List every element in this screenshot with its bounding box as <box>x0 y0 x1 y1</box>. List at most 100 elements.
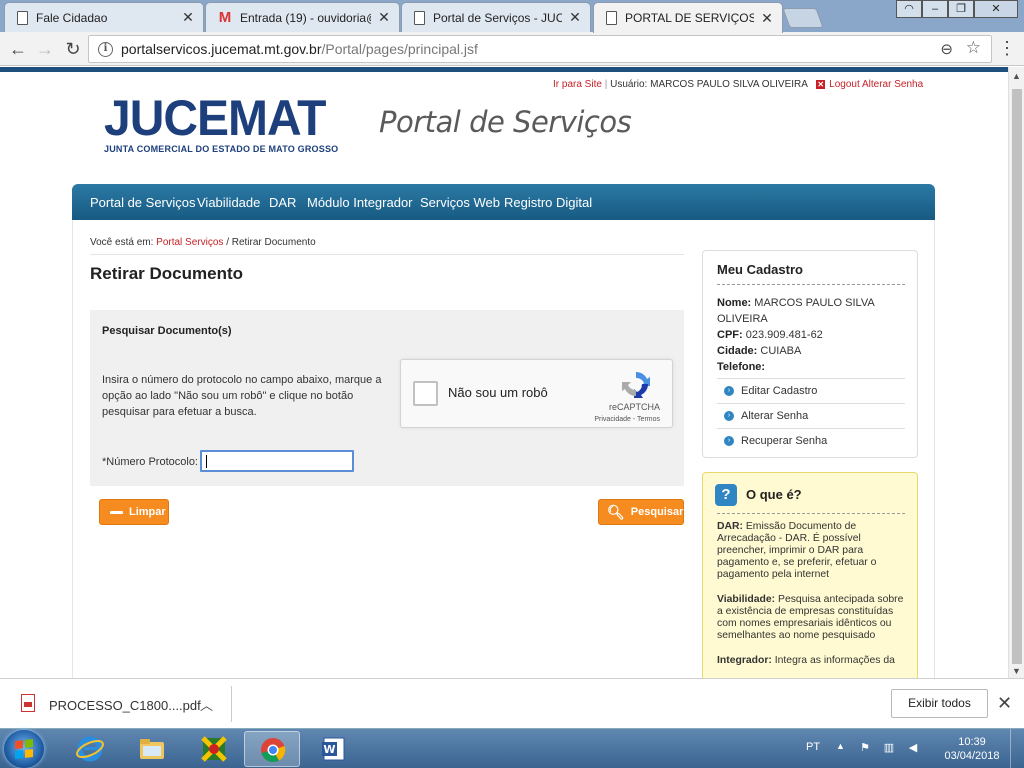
back-icon[interactable]: ← <box>7 38 29 60</box>
divider <box>717 284 905 285</box>
reload-icon[interactable]: ↻ <box>62 38 84 60</box>
page-viewport: Ir para Site | Usuário: MARCOS PAULO SIL… <box>0 67 1008 678</box>
cpf-value: 023.909.481-62 <box>745 329 823 341</box>
link-label: Alterar Senha <box>741 410 809 422</box>
search-panel: Pesquisar Documento(s) Insira o número d… <box>90 310 684 486</box>
taskbar-internet-explorer[interactable] <box>62 731 118 767</box>
taskbar-chrome[interactable] <box>244 731 300 767</box>
action-center-flag-icon[interactable]: ⚑ <box>858 741 872 755</box>
alterar-senha-sidebar-link[interactable]: › Alterar Senha <box>717 403 905 428</box>
o-que-e-heading: O que é? <box>746 487 802 502</box>
zoom-icon[interactable]: ⊖ <box>940 40 953 58</box>
show-hidden-icons-icon[interactable]: ▲ <box>836 741 845 751</box>
search-icon: 🔍︎ <box>607 504 625 520</box>
word-icon: W <box>322 737 345 761</box>
editar-cadastro-link[interactable]: › Editar Cadastro <box>717 378 905 403</box>
nav-dar[interactable]: DAR <box>269 195 296 210</box>
tab-gmail[interactable]: M Entrada (19) - ouvidoria@ ✕ <box>205 2 400 32</box>
internet-explorer-icon <box>76 736 104 762</box>
tab-title: Entrada (19) - ouvidoria@ <box>240 10 371 25</box>
url-path: /Portal/pages/principal.jsf <box>321 41 478 57</box>
menu-icon[interactable]: ⋮ <box>998 38 1016 58</box>
taskbar-file-explorer[interactable] <box>124 731 180 767</box>
tab-fale-cidadao[interactable]: Fale Cidadao ✕ <box>4 2 204 32</box>
close-icon[interactable]: ✕ <box>377 9 391 26</box>
bookmark-star-icon[interactable]: ☆ <box>966 38 981 58</box>
info-icon[interactable]: i <box>98 42 113 57</box>
restore-button[interactable]: ❐ <box>948 0 974 18</box>
document-icon <box>606 11 617 25</box>
scroll-down-icon[interactable]: ▼ <box>1012 666 1021 676</box>
nav-servicos-web[interactable]: Serviços Web <box>420 195 500 210</box>
telefone-label: Telefone: <box>717 361 766 373</box>
url-host: portalservicos.jucemat.mt.gov.br <box>121 41 322 57</box>
show-desktop-button[interactable] <box>1010 729 1024 768</box>
nav-registro-digital[interactable]: Registro Digital <box>504 195 592 210</box>
breadcrumb-link-portal-servicos[interactable]: Portal Serviços <box>156 237 223 248</box>
new-tab-button[interactable] <box>782 8 824 28</box>
language-indicator[interactable]: PT <box>806 741 820 753</box>
forward-icon[interactable]: → <box>34 38 56 60</box>
close-icon[interactable]: ✕ <box>568 9 582 26</box>
chrome-icon <box>261 738 286 763</box>
divider <box>231 686 232 722</box>
meu-cadastro-heading: Meu Cadastro <box>717 262 803 277</box>
taskbar-app-colorful[interactable] <box>186 731 242 767</box>
vertical-scrollbar[interactable]: ▲ ▼ <box>1008 67 1024 678</box>
browser-toolbar: ← → ↻ i portalservicos.jucemat.mt.gov.br… <box>0 32 1024 66</box>
taskbar-word[interactable]: W <box>306 731 362 767</box>
close-icon[interactable]: ✕ <box>997 693 1012 714</box>
search-instructions: Insira o número do protocolo no campo ab… <box>102 374 382 418</box>
recaptcha-privacy-terms[interactable]: Privacidade - Termos <box>594 416 660 423</box>
user-telefone: Telefone: <box>717 359 907 375</box>
recaptcha-checkbox[interactable] <box>413 381 438 406</box>
tab-title: Fale Cidadao <box>36 10 108 25</box>
protocol-input[interactable] <box>200 450 354 472</box>
tab-title: PORTAL DE SERVIÇOS <box>625 11 754 25</box>
tab-portal-de-servicos[interactable]: PORTAL DE SERVIÇOS ✕ <box>593 2 783 33</box>
term: Viabilidade: <box>717 594 776 605</box>
close-window-button[interactable]: ✕ <box>974 0 1018 18</box>
divider <box>717 513 905 514</box>
cpf-label: CPF: <box>717 329 743 341</box>
breadcrumb-current: / Retirar Documento <box>226 237 316 248</box>
scroll-thumb[interactable] <box>1012 89 1022 664</box>
term: Integrador: <box>717 655 772 666</box>
tab-strip: Fale Cidadao ✕ M Entrada (19) - ouvidori… <box>0 0 1024 33</box>
download-filename[interactable]: PROCESSO_C1800....pdf <box>49 698 201 713</box>
user-nome: Nome: MARCOS PAULO SILVA OLIVEIRA <box>717 295 907 327</box>
start-button[interactable] <box>4 730 44 768</box>
download-bar: PROCESSO_C1800....pdf ︿ Exibir todos ✕ <box>0 678 1024 728</box>
url-text: portalservicos.jucemat.mt.gov.br/Portal/… <box>121 41 478 57</box>
tab-portal-servicos-juce[interactable]: Portal de Serviços - JUCE ✕ <box>401 2 591 32</box>
close-icon[interactable]: ✕ <box>181 9 195 26</box>
jucemat-logo[interactable]: JUCEMAT JUNTA COMERCIAL DO ESTADO DE MAT… <box>104 93 338 154</box>
user-icon[interactable]: ◠ <box>896 0 922 18</box>
recuperar-senha-link[interactable]: › Recuperar Senha <box>717 428 905 453</box>
clear-button[interactable]: Limpar <box>99 499 169 525</box>
show-all-button[interactable]: Exibir todos <box>891 689 988 718</box>
minimize-button[interactable]: – <box>922 0 948 18</box>
scroll-up-icon[interactable]: ▲ <box>1012 71 1021 81</box>
close-icon[interactable]: ✕ <box>760 10 774 27</box>
volume-icon[interactable]: ◀ <box>906 741 920 755</box>
search-button[interactable]: 🔍︎ Pesquisar <box>598 499 684 525</box>
windows-logo-icon <box>15 739 33 759</box>
chevron-up-icon[interactable]: ︿ <box>200 695 213 714</box>
logout-link[interactable]: Logout <box>829 79 860 90</box>
clock-time: 10:39 <box>958 736 986 748</box>
alterar-senha-link[interactable]: Alterar Senha <box>862 79 923 90</box>
nav-portal-de-servicos[interactable]: Portal de Serviços <box>90 195 196 210</box>
document-icon <box>414 10 425 25</box>
definition: Integra as informações da <box>774 655 895 666</box>
address-bar[interactable]: i portalservicos.jucemat.mt.gov.br/Porta… <box>88 35 992 63</box>
term: DAR: <box>717 521 743 532</box>
usuario-label: Usuário: MARCOS PAULO SILVA OLIVEIRA <box>610 79 808 90</box>
clock[interactable]: 10:39 03/04/2018 <box>942 735 1002 763</box>
network-icon[interactable]: ▥ <box>882 741 896 755</box>
nav-viabilidade[interactable]: Viabilidade <box>197 195 260 210</box>
definition-integrador: Integrador: Integra as informações da <box>717 655 907 667</box>
nav-modulo-integrador[interactable]: Módulo Integrador <box>307 195 413 210</box>
ir-para-site-link[interactable]: Ir para Site <box>553 79 602 90</box>
logout-icon[interactable]: ✕ <box>816 80 826 89</box>
